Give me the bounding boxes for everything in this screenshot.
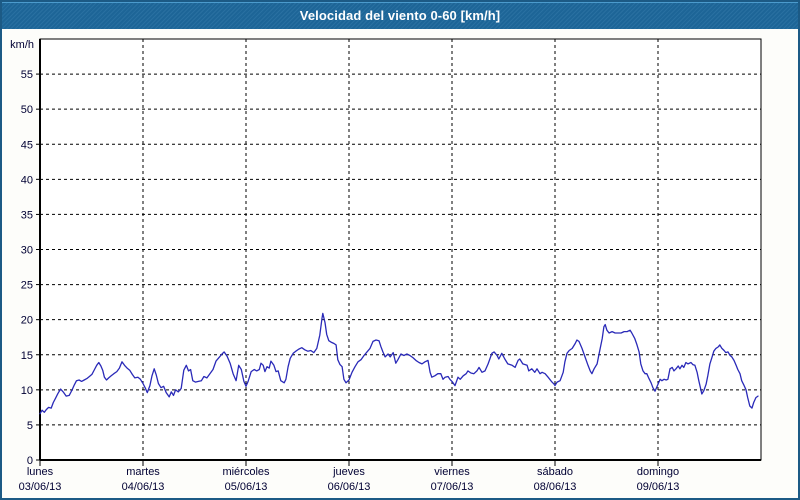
x-axis-labels: lunes 03/06/13 martes 04/06/13 miércoles 05/0… — [19, 466, 680, 493]
y-tick-label: 40 — [21, 174, 33, 186]
day-date-label: 06/06/13 — [328, 481, 371, 493]
day-name-label: viernes — [434, 466, 470, 478]
y-tick-label: 45 — [21, 139, 33, 151]
day-date-label: 05/06/13 — [225, 481, 268, 493]
wind-speed-line-chart: 0510152025303540455055km/hlunes03/06/13m… — [10, 38, 762, 493]
day-date-label: 04/06/13 — [122, 481, 165, 493]
day-name-label: sábado — [537, 466, 573, 478]
day-date-label: 08/06/13 — [534, 481, 577, 493]
wind-speed-chart-window: Velocidad del viento 0-60 [km/h] 0 5 10 15 2… — [0, 0, 800, 500]
day-name-label: jueves — [332, 466, 365, 478]
y-tick-label: 30 — [21, 245, 33, 257]
day-name-label: domingo — [637, 466, 679, 478]
y-axis-labels: 0510152025303540455055km/h — [10, 39, 34, 467]
y-tick-label: 20 — [21, 315, 33, 327]
y-tick-label: 15 — [21, 350, 33, 362]
day-date-label: 03/06/13 — [19, 481, 62, 493]
chart-title-bar: Velocidad del viento 0-60 [km/h] — [2, 2, 798, 29]
day-name-label: lunes — [27, 466, 54, 478]
y-tick-label: 50 — [21, 104, 33, 116]
y-tick-label: 10 — [21, 385, 33, 397]
y-tick-label: 55 — [21, 69, 33, 81]
day-date-label: 07/06/13 — [431, 481, 474, 493]
y-tick-label: 35 — [21, 209, 33, 221]
day-date-label: 09/06/13 — [637, 481, 680, 493]
y-tick-label: 25 — [21, 280, 33, 292]
y-axis-unit-label: km/h — [10, 39, 34, 51]
day-name-label: martes — [126, 466, 160, 478]
y-tick-label: 5 — [27, 420, 33, 432]
day-name-label: miércoles — [222, 466, 270, 478]
